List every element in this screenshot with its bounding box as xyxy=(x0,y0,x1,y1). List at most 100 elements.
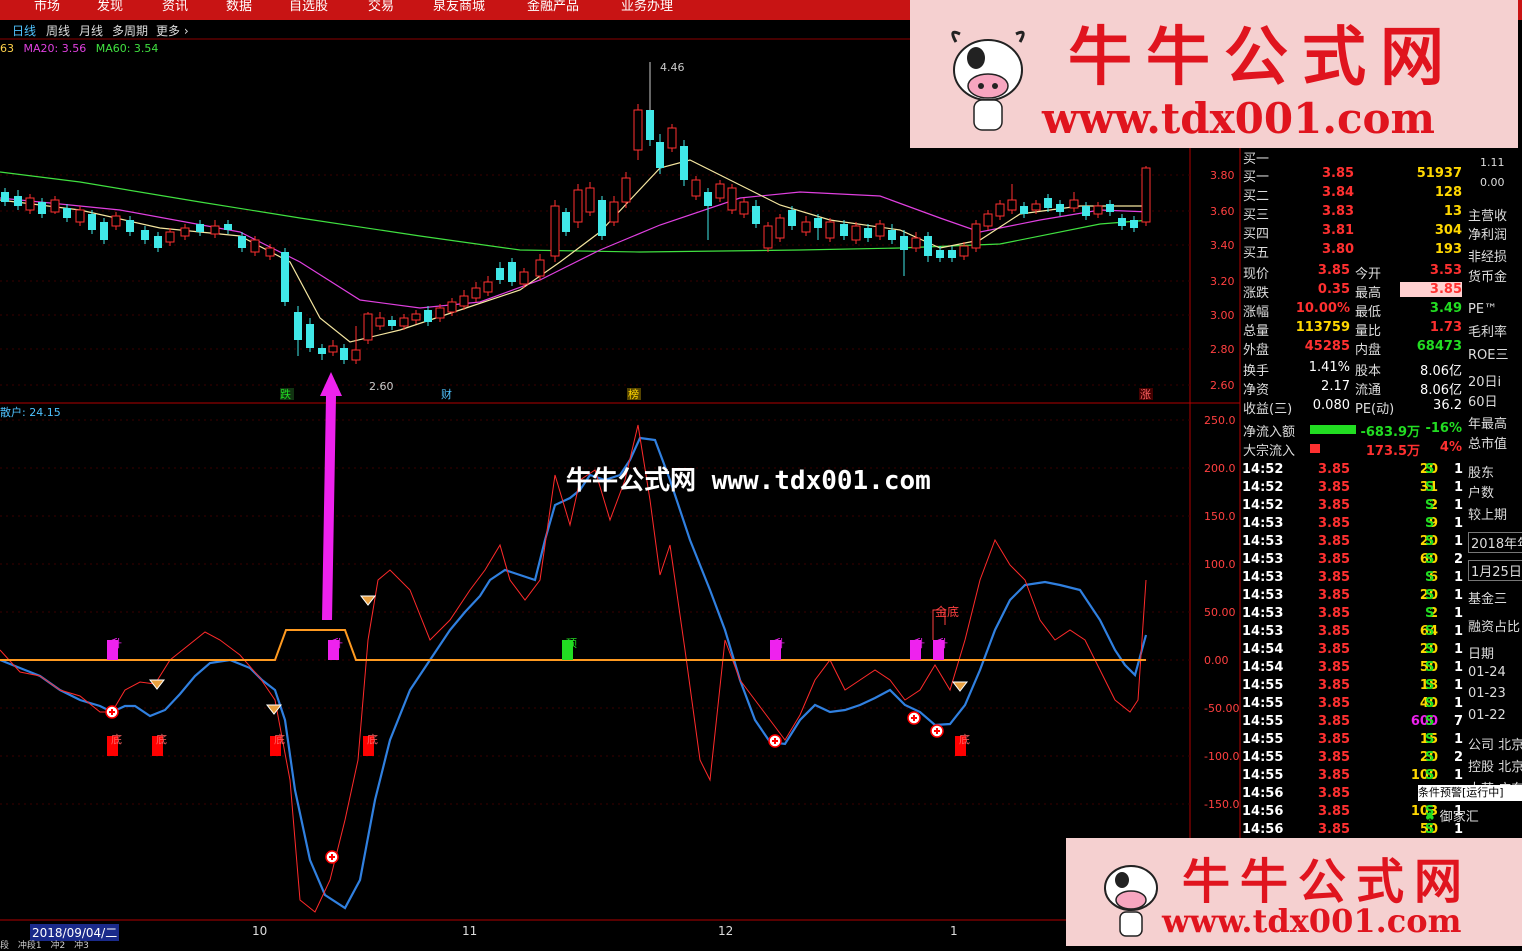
candle-down xyxy=(224,224,232,230)
indicator-label: 散户: 24.15 xyxy=(0,406,61,419)
up-arrow-icon xyxy=(320,372,342,620)
event-marker-rise: 涨 xyxy=(1140,388,1151,401)
candle-down xyxy=(1106,204,1114,212)
candle-down xyxy=(281,252,289,302)
watermark-top-title: 牛牛公式网 xyxy=(1068,20,1458,95)
orderbook-price: 3.81 xyxy=(1322,223,1355,238)
watermark-bottom-url: www.tdx001.com xyxy=(1162,902,1462,940)
flow-pct: -16% xyxy=(1425,421,1462,436)
fin-label: 基金三 xyxy=(1468,592,1508,607)
orderbook-volume: 13 xyxy=(1443,204,1462,219)
fin-label: 主营收 xyxy=(1468,209,1508,224)
stats-value: 0.080 xyxy=(1312,398,1350,413)
trade-row: 14:53 3.85 2 S 1 xyxy=(1242,606,1464,621)
stats-label: 股本 xyxy=(1355,364,1382,379)
quote-value: 10.00% xyxy=(1295,301,1350,316)
tab-seg3[interactable]: 冲3 xyxy=(74,941,89,951)
orderbook-volume: 193 xyxy=(1434,242,1462,257)
quote-value: 0.35 xyxy=(1317,282,1350,297)
watermark-bottom: 牛牛公式网 www.tdx001.com xyxy=(1066,838,1522,946)
trade-row: 14:55 3.85 20 S 2 xyxy=(1242,750,1464,765)
event-marker-list: 榜 xyxy=(628,387,639,401)
candle-up xyxy=(667,127,677,149)
signal-bottom-label: 底 xyxy=(959,732,970,746)
candle-up xyxy=(585,187,595,213)
candle-up xyxy=(483,281,493,293)
candle-down xyxy=(100,222,108,240)
candle-up xyxy=(633,109,643,151)
diamond-icon xyxy=(951,681,969,692)
indicator-red-line xyxy=(0,424,1147,913)
bell-icon: ♠ xyxy=(1424,810,1436,825)
trade-row: 14:52 3.85 31 S 1 xyxy=(1242,480,1464,495)
candle-up xyxy=(250,239,260,253)
indicator-lines xyxy=(0,424,1148,913)
candle-up xyxy=(573,189,583,223)
candle-down xyxy=(294,312,302,340)
fin-label: 非经损 xyxy=(1468,250,1508,265)
indicator-tick-label: -50.00 xyxy=(1204,702,1239,715)
diamond-icon xyxy=(359,595,377,606)
x-label-dec: 12 xyxy=(718,924,734,938)
trade-row: 14:52 3.85 2 S 1 xyxy=(1242,498,1464,513)
candle-up xyxy=(435,307,445,319)
orderbook-volume: 51937 xyxy=(1416,166,1462,181)
ma-lines xyxy=(0,159,1151,343)
event-marker-finance: 财 xyxy=(441,387,452,401)
trade-row: 14:55 3.85 18 S 1 xyxy=(1242,678,1464,693)
candle-down xyxy=(924,236,932,256)
orderbook-label: 买四 xyxy=(1243,227,1270,242)
candle-down xyxy=(424,310,432,322)
candle-up xyxy=(550,205,560,257)
fin-label: 较上期 xyxy=(1468,508,1508,523)
price-tick-label: 3.60 xyxy=(1210,205,1235,218)
fin-label: ROE三 xyxy=(1468,348,1509,363)
high-annotation: 4.46 xyxy=(660,61,685,74)
fin-label: 01-23 xyxy=(1468,686,1506,701)
orderbook-label: 买五 xyxy=(1243,246,1270,261)
trade-row: 14:53 3.85 64 S 1 xyxy=(1242,624,1464,639)
x-label-jan: 1 xyxy=(950,924,958,938)
alert-title[interactable]: 条件预警[运行中] xyxy=(1418,785,1522,801)
candle-up xyxy=(165,231,175,243)
trade-row: 14:53 3.85 60 S 2 xyxy=(1242,552,1464,567)
x-label-oct: 10 xyxy=(252,924,268,938)
tab-seg[interactable]: 段 xyxy=(0,941,9,951)
candle-up xyxy=(459,295,469,307)
tab-seg1[interactable]: 冲段1 xyxy=(18,941,42,951)
orderbook-label: 买二 xyxy=(1243,189,1270,204)
orderbook-price: 3.85 xyxy=(1322,166,1355,181)
alert-item[interactable]: ♠ 御家汇 xyxy=(1424,806,1479,825)
candle-down xyxy=(1082,206,1090,216)
signal-bottom-label: 底 xyxy=(111,732,122,746)
quote-label: 最高 xyxy=(1355,286,1382,301)
candle-up xyxy=(447,301,457,313)
ma5-line xyxy=(0,159,1150,343)
stats-value: 1.41% xyxy=(1308,360,1350,375)
indicator-blue-line xyxy=(0,436,1148,910)
candle-up xyxy=(1007,199,1017,211)
quote-value: 3.53 xyxy=(1429,263,1462,278)
fin-label: 毛利率 xyxy=(1468,325,1508,340)
candle-up xyxy=(519,271,529,285)
quote-label: 内盘 xyxy=(1355,343,1382,358)
watermark-center: 牛牛公式网 www.tdx001.com xyxy=(566,466,931,496)
quote-value: 1.73 xyxy=(1429,320,1462,335)
candle-down xyxy=(318,348,326,354)
trade-row: 14:54 3.85 50 S 1 xyxy=(1242,660,1464,675)
candle-up xyxy=(399,317,409,327)
flow-value: -683.9万 xyxy=(1360,425,1420,440)
orderbook-volume: 304 xyxy=(1434,223,1462,238)
quote-value: 3.49 xyxy=(1429,301,1462,316)
candle-down xyxy=(562,212,570,232)
candle-up xyxy=(375,317,385,327)
candle-down xyxy=(340,348,348,360)
flow-value: 173.5万 xyxy=(1365,444,1420,459)
signal-bottom-label: 底 xyxy=(367,732,378,746)
signal-bottom-label: 底 xyxy=(274,732,285,746)
candle-down xyxy=(508,262,516,282)
signal-bottom-label: 底 xyxy=(156,732,167,746)
signal-rise-label: 升 xyxy=(937,637,948,650)
indicator-tick-label: 250.0 xyxy=(1204,414,1236,427)
tab-seg2[interactable]: 冲2 xyxy=(51,941,66,951)
